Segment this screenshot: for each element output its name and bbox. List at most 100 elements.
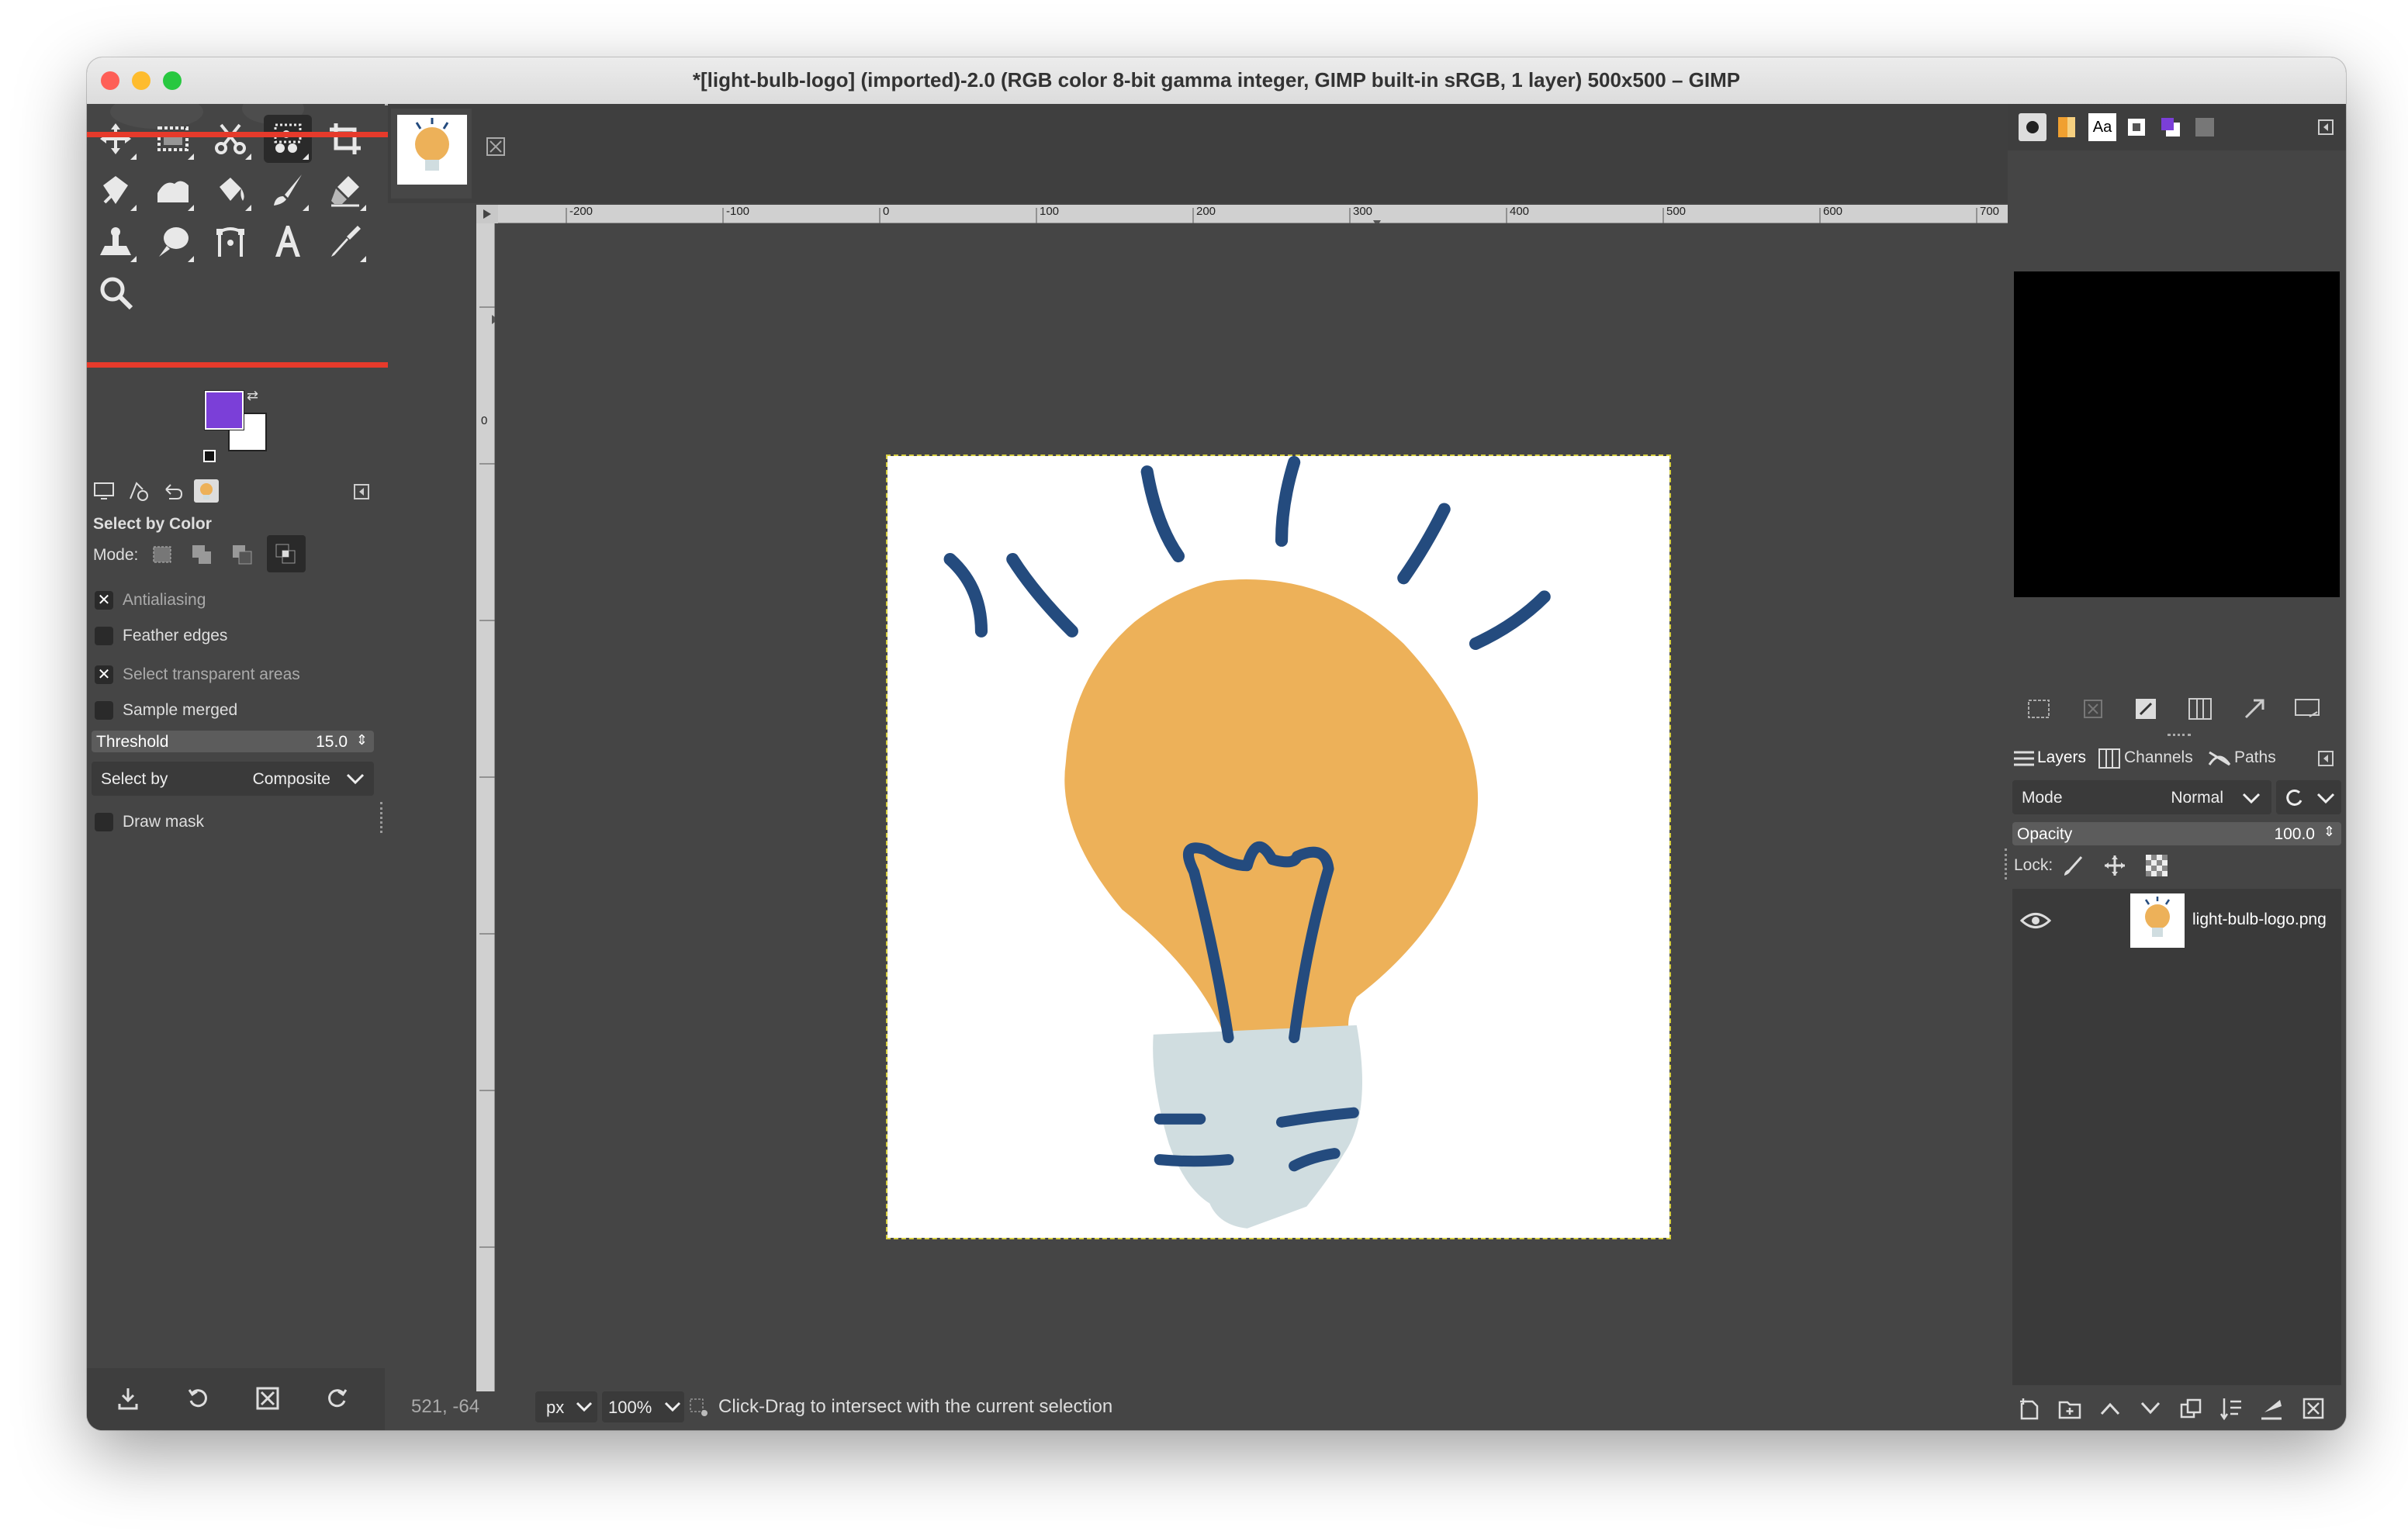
patterns-tab[interactable] — [2123, 113, 2150, 141]
image-canvas[interactable] — [886, 454, 1671, 1239]
duplicate-layer-button[interactable] — [2175, 1393, 2206, 1424]
layer-row[interactable]: light-bulb-logo.png — [2012, 889, 2341, 952]
new-layer-group-button[interactable] — [2054, 1393, 2085, 1424]
feather-edges-checkbox[interactable] — [95, 627, 113, 645]
undo-history-icon — [165, 484, 183, 499]
layer-mode-reset-dropdown[interactable] — [2276, 780, 2341, 814]
device-status-icon — [130, 482, 148, 501]
restore-options-button[interactable] — [180, 1381, 216, 1416]
save-options-button[interactable] — [110, 1381, 146, 1416]
layer-name[interactable]: light-bulb-logo.png — [2192, 911, 2327, 929]
extra-tab[interactable] — [2191, 113, 2219, 141]
mode-replace-icon — [153, 546, 171, 563]
paths-tab-label: Paths — [2234, 748, 2276, 766]
quick-mask-toggle[interactable] — [476, 205, 498, 223]
mode-intersect-button[interactable] — [267, 535, 306, 572]
dock-resize-handle[interactable] — [380, 802, 386, 833]
spin-arrows-icon[interactable]: ⇕ — [2323, 824, 2335, 840]
chevron-down-icon — [2242, 793, 2261, 804]
paths-tab[interactable]: Paths — [2208, 745, 2293, 772]
edit-brush-button[interactable] — [2130, 693, 2161, 724]
swap-colors-icon[interactable]: ⇄ — [247, 388, 258, 404]
layer-mode-dropdown[interactable]: Mode Normal — [2012, 780, 2271, 814]
panel-menu-button[interactable] — [351, 481, 372, 503]
select-transparent-checkbox[interactable]: ✕ — [95, 665, 113, 684]
zoom-dropdown[interactable]: 100% — [602, 1391, 684, 1422]
spin-arrows-icon[interactable]: ⇕ — [356, 732, 368, 748]
mode-subtract-button[interactable] — [227, 540, 259, 569]
default-colors-icon[interactable] — [203, 450, 216, 462]
select-by-dropdown[interactable]: Select by Composite — [92, 762, 374, 796]
eye-icon[interactable] — [2020, 909, 2051, 932]
duplicate-brush-button[interactable] — [2185, 693, 2216, 724]
delete-options-button[interactable] — [250, 1381, 285, 1416]
mode-replace-button[interactable] — [146, 540, 178, 569]
tool-options-tab[interactable] — [92, 479, 116, 503]
layers-tab[interactable]: Layers — [2012, 745, 2090, 772]
delete-layer-button[interactable] — [2298, 1393, 2329, 1424]
brushes-tab-bar: Aa — [2008, 104, 2346, 150]
mode-intersect-icon — [275, 544, 296, 564]
right-dock-resize-handle[interactable] — [2005, 848, 2010, 880]
threshold-slider[interactable]: Threshold 15.0 ⇕ — [92, 731, 374, 752]
ruler-label: -100 — [726, 205, 750, 218]
device-status-tab[interactable] — [126, 479, 150, 503]
brush-menu-button[interactable] — [2292, 693, 2323, 724]
images-tab[interactable] — [194, 479, 219, 503]
mode-subtract-icon — [233, 545, 252, 565]
threshold-value: 15.0 — [316, 733, 348, 751]
fonts-tab[interactable]: Aa — [2088, 113, 2116, 141]
ruler-label: 100 — [1040, 205, 1060, 218]
lightbulb-thumb-icon — [200, 483, 213, 499]
lock-pixels-button[interactable] — [2057, 850, 2088, 881]
reset-icon — [2286, 789, 2302, 806]
antialiasing-checkbox[interactable]: ✕ — [95, 591, 113, 610]
lock-alpha-button[interactable] — [2141, 850, 2172, 881]
fonts-icon: Aa — [2092, 118, 2112, 136]
chevron-down-icon — [2316, 793, 2335, 804]
layer-thumbnail — [2130, 893, 2185, 948]
refresh-brushes-button[interactable] — [2239, 693, 2270, 724]
palette-tab[interactable] — [2157, 113, 2185, 141]
undo-history-tab[interactable] — [160, 479, 185, 503]
raise-layer-button[interactable] — [2095, 1393, 2126, 1424]
chevron-down-icon — [664, 1401, 681, 1412]
tool-options-title: Select by Color — [93, 515, 212, 533]
brush-preview-area — [2014, 271, 2340, 597]
new-layer-button[interactable] — [2014, 1393, 2045, 1424]
move-icon — [2105, 855, 2125, 876]
gradient-icon — [2058, 117, 2075, 137]
panel-menu-icon — [2318, 751, 2334, 766]
delete-brush-button[interactable] — [2078, 693, 2109, 724]
mode-add-icon — [192, 545, 211, 564]
draw-mask-checkbox[interactable] — [95, 813, 113, 831]
gradients-tab[interactable] — [2053, 113, 2081, 141]
close-tab-button[interactable] — [484, 135, 507, 158]
unit-value: px — [546, 1398, 565, 1417]
sample-merged-checkbox[interactable] — [95, 701, 113, 720]
reset-options-button[interactable] — [320, 1381, 355, 1416]
lock-position-button[interactable] — [2099, 850, 2130, 881]
draw-mask-label: Draw mask — [123, 813, 205, 831]
options-tab-bar — [87, 478, 385, 504]
mode-add-button[interactable] — [186, 540, 219, 569]
anchor-layer-button[interactable] — [2216, 1393, 2247, 1424]
layers-panel-menu-button[interactable] — [2315, 748, 2337, 769]
channels-tab[interactable]: Channels — [2098, 745, 2206, 772]
chevron-down-icon — [576, 1401, 593, 1412]
opacity-slider[interactable]: Opacity 100.0 ⇕ — [2012, 822, 2341, 845]
folder-icon — [2058, 1401, 2081, 1419]
vruler-label: 0 — [481, 414, 488, 427]
foreground-color-swatch[interactable] — [204, 390, 244, 430]
layers-icon — [2014, 751, 2034, 766]
unit-dropdown[interactable]: px — [535, 1391, 597, 1422]
layer-mode-value: Normal — [2171, 789, 2223, 807]
merge-layer-button[interactable] — [2256, 1393, 2287, 1424]
image-tab[interactable] — [391, 109, 472, 199]
new-brush-button[interactable] — [2023, 693, 2054, 724]
top-panel-menu-button[interactable] — [2315, 116, 2337, 138]
toolbox-highlight-box — [87, 132, 419, 368]
lower-layer-button[interactable] — [2135, 1393, 2166, 1424]
brushes-tab[interactable] — [2019, 113, 2046, 141]
brush-preview-icon — [2026, 121, 2039, 133]
